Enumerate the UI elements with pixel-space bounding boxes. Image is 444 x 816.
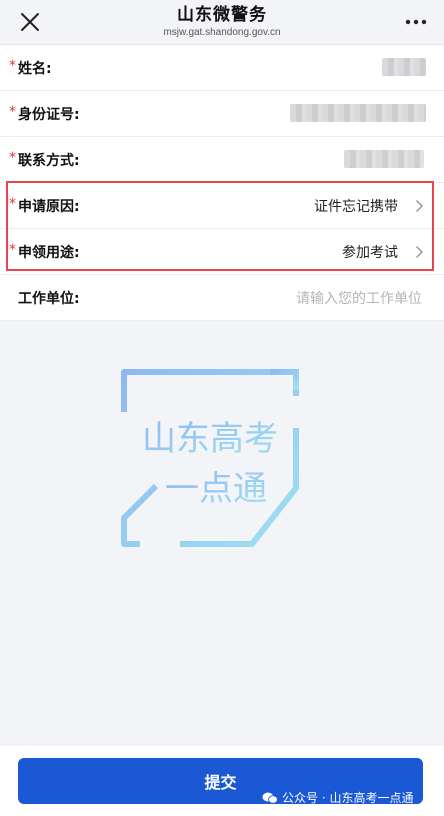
- required-mark: *: [9, 242, 16, 258]
- shandong-gaokao-logo: 山东高考 一点通: [121, 369, 299, 547]
- watermark-text: 公众号 · 山东高考一点通: [282, 791, 414, 805]
- name-label: 姓名:: [18, 61, 52, 77]
- more-dots-icon[interactable]: [402, 10, 430, 34]
- title-block: 山东微警务 msjw.gat.shandong.gov.cn: [0, 4, 444, 39]
- page-url: msjw.gat.shandong.gov.cn: [163, 27, 281, 38]
- purpose-value: 参加考试: [342, 245, 398, 261]
- id-number-field[interactable]: * 身份证号:: [0, 91, 444, 137]
- logo-text-line1: 山东高考: [142, 419, 278, 459]
- purpose-field[interactable]: * 申领用途: 参加考试: [0, 229, 444, 275]
- reason-value: 证件忘记携带: [314, 199, 398, 215]
- chevron-right-icon: [415, 199, 424, 213]
- application-form: * 姓名: * 身份证号: * 联系方式: * 申请原因: 证件忘记携带 * 申…: [0, 45, 444, 321]
- contact-value-redacted: [344, 150, 424, 168]
- top-bar: 山东微警务 msjw.gat.shandong.gov.cn: [0, 0, 444, 45]
- contact-label: 联系方式:: [18, 153, 80, 169]
- purpose-label: 申领用途:: [18, 245, 80, 261]
- wechat-icon: [262, 792, 278, 804]
- required-mark: *: [9, 150, 16, 166]
- logo-text-line2: 一点通: [165, 469, 267, 509]
- name-value-redacted: [382, 58, 426, 76]
- workplace-label: 工作单位:: [18, 291, 80, 307]
- required-mark: *: [9, 104, 16, 120]
- required-mark: *: [9, 58, 16, 74]
- contact-field[interactable]: * 联系方式:: [0, 137, 444, 183]
- required-mark: *: [9, 196, 16, 212]
- id-number-value-redacted: [290, 104, 426, 122]
- reason-field[interactable]: * 申请原因: 证件忘记携带: [0, 183, 444, 229]
- name-field[interactable]: * 姓名:: [0, 45, 444, 91]
- reason-label: 申请原因:: [18, 199, 80, 215]
- page-title: 山东微警务: [177, 5, 267, 25]
- watermark: 公众号 · 山东高考一点通: [262, 789, 413, 806]
- workplace-input[interactable]: 请输入您的工作单位: [296, 288, 422, 308]
- chevron-right-icon: [415, 245, 424, 259]
- workplace-field[interactable]: 工作单位: 请输入您的工作单位: [0, 275, 444, 321]
- id-number-label: 身份证号:: [18, 107, 80, 123]
